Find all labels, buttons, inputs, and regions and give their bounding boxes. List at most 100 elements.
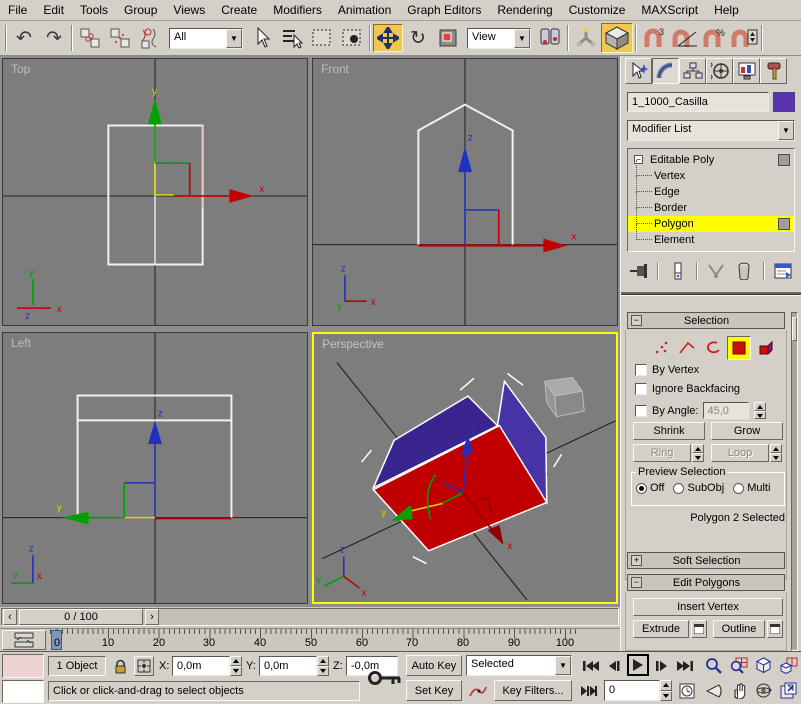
stack-item-vertex[interactable]: Vertex [628, 160, 794, 184]
select-and-rotate-button[interactable]: ↻ [403, 24, 433, 52]
previous-frame-button[interactable]: ‹ [3, 609, 17, 625]
redo-button[interactable]: ↷ [39, 24, 69, 52]
angle-snap-button[interactable] [669, 24, 699, 52]
left-viewport[interactable]: z y z y x Left [2, 332, 308, 604]
field-of-view-button[interactable] [702, 679, 725, 702]
preview-multi-radio[interactable] [733, 482, 745, 494]
object-color-swatch[interactable] [773, 92, 795, 112]
dropdown-arrow-icon[interactable]: ▼ [778, 121, 794, 140]
tab-motion[interactable] [706, 58, 733, 84]
x-coordinate-spinner[interactable] [230, 656, 242, 676]
snap-3d-button[interactable]: 3 [639, 24, 669, 52]
zoom-extents-all-button[interactable] [777, 654, 800, 677]
outline-button[interactable]: Outline [713, 620, 765, 638]
grow-button[interactable]: Grow [711, 422, 783, 440]
by-angle-field[interactable]: 45,0 [703, 402, 750, 419]
element-subobject-button[interactable] [754, 337, 777, 359]
viewport-label-left[interactable]: Left [11, 336, 32, 350]
absolute-offset-toggle[interactable] [134, 656, 154, 676]
menu-tools[interactable]: Tools [72, 3, 116, 17]
menu-help[interactable]: Help [706, 3, 747, 17]
menu-graph-editors[interactable]: Graph Editors [399, 3, 489, 17]
selection-lock-button[interactable] [110, 656, 130, 676]
menu-animation[interactable]: Animation [330, 3, 399, 17]
next-frame-button[interactable] [652, 655, 672, 676]
make-unique-button[interactable] [704, 260, 728, 282]
menu-maxscript[interactable]: MAXScript [633, 3, 706, 17]
remove-modifier-button[interactable] [732, 260, 756, 282]
soft-selection-rollout-header[interactable]: + Soft Selection [627, 552, 785, 569]
object-name-field[interactable]: 1_1000_Casilla [627, 92, 769, 112]
select-and-scale-button[interactable] [433, 24, 463, 52]
window-crossing-button[interactable] [337, 24, 367, 52]
tab-hierarchy[interactable] [679, 58, 706, 84]
menu-edit[interactable]: Edit [35, 3, 72, 17]
edge-subobject-button[interactable] [675, 337, 698, 359]
menu-modifiers[interactable]: Modifiers [265, 3, 330, 17]
mini-curve-editor-button[interactable] [2, 630, 46, 650]
next-frame-button[interactable]: › [145, 609, 159, 625]
menu-customize[interactable]: Customize [561, 3, 634, 17]
selected-filter-dropdown[interactable]: Selected ▼ [466, 655, 572, 676]
vertex-subobject-button[interactable] [649, 337, 672, 359]
time-configuration-button[interactable] [676, 680, 698, 701]
spinner-snap-button[interactable] [729, 24, 759, 52]
stack-item-polygon-selected[interactable]: Polygon [628, 208, 794, 232]
perspective-viewport[interactable]: z y x z y x Perspective [312, 332, 618, 604]
stack-onoff-swatch[interactable] [778, 218, 790, 230]
maxscript-listener-white[interactable] [2, 680, 44, 703]
pan-button[interactable] [727, 679, 750, 702]
tab-modify[interactable] [652, 58, 679, 84]
key-filters-button[interactable]: Key Filters... [494, 680, 572, 701]
stack-item-editable-poly[interactable]: − Editable Poly [628, 152, 794, 168]
shrink-button[interactable]: Shrink [633, 422, 705, 440]
dropdown-arrow-icon[interactable]: ▼ [555, 656, 571, 675]
ignore-backfacing-checkbox[interactable] [635, 383, 647, 395]
selection-filter-dropdown[interactable]: All ▼ [169, 27, 243, 49]
viewport-label-front[interactable]: Front [321, 62, 349, 76]
extrude-settings-button[interactable] [691, 620, 707, 638]
auto-key-button[interactable]: Auto Key [406, 655, 462, 676]
key-mode-toggle-button[interactable] [578, 680, 600, 701]
loop-button[interactable]: Loop [711, 444, 769, 462]
viewport-label-perspective[interactable]: Perspective [322, 337, 384, 351]
dropdown-arrow-icon[interactable]: ▼ [226, 28, 242, 48]
modifier-list-dropdown[interactable]: Modifier List ▼ [627, 120, 795, 141]
use-pivot-point-center-button[interactable] [535, 24, 565, 52]
selection-rollout-header[interactable]: − Selection [627, 312, 785, 329]
dropdown-arrow-icon[interactable]: ▼ [514, 28, 530, 48]
time-slider-handle[interactable]: 0 / 100 [19, 609, 143, 625]
go-to-end-button[interactable] [674, 655, 696, 676]
undo-button[interactable]: ↶ [9, 24, 39, 52]
timeline-ruler[interactable]: 0 10 20 30 40 50 60 70 80 90 100 [0, 628, 620, 651]
select-and-move-button[interactable] [373, 24, 403, 52]
current-frame-spinner[interactable] [660, 680, 672, 701]
tab-display[interactable] [733, 58, 760, 84]
zoom-extents-button[interactable] [752, 654, 775, 677]
command-panel-scrollbar[interactable] [791, 312, 798, 651]
set-key-button[interactable]: Set Key [406, 680, 462, 701]
preview-off-radio[interactable] [636, 482, 647, 494]
go-to-start-button[interactable] [580, 655, 602, 676]
zoom-all-button[interactable] [727, 654, 750, 677]
snaps-toggle-button[interactable] [601, 23, 633, 53]
by-vertex-checkbox[interactable] [635, 364, 647, 376]
move-gizmo[interactable] [148, 98, 254, 203]
loop-spinner[interactable] [770, 444, 782, 462]
tab-utilities[interactable] [760, 58, 787, 84]
maximize-viewport-toggle-button[interactable] [777, 679, 800, 702]
menu-create[interactable]: Create [213, 3, 265, 17]
stack-item-border[interactable]: Border [628, 192, 794, 216]
by-angle-checkbox[interactable] [635, 404, 647, 417]
pin-stack-button[interactable] [627, 260, 651, 282]
stack-item-edge[interactable]: Edge [628, 176, 794, 200]
previous-frame-button[interactable] [604, 655, 624, 676]
border-subobject-button[interactable] [701, 337, 724, 359]
y-coordinate-field[interactable]: 0,0m [259, 656, 317, 676]
rectangular-selection-region-button[interactable] [307, 24, 337, 52]
current-frame-field[interactable]: 0 [604, 680, 660, 701]
menu-group[interactable]: Group [116, 3, 165, 17]
viewport-label-top[interactable]: Top [11, 62, 31, 76]
polygon-subobject-button[interactable] [727, 336, 751, 360]
select-by-name-button[interactable] [277, 24, 307, 52]
